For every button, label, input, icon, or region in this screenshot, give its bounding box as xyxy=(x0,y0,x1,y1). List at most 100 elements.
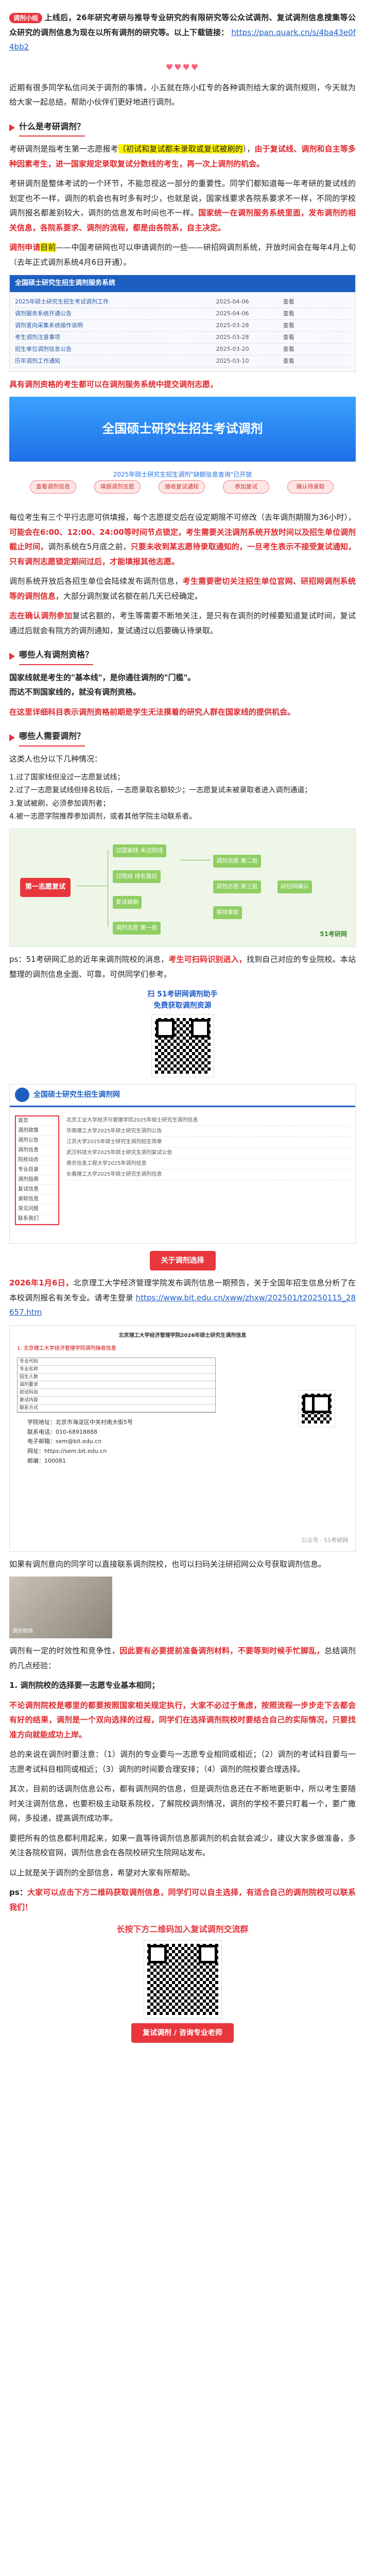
intro-paragraph: 调剂小组 上线后，26年研究考研与推导专业研究的有限研究等公众试调剂、复试调剂信息… xyxy=(9,10,356,55)
mindmap-node: 过国家线 未过院线 xyxy=(113,844,166,857)
about-adjustment-button[interactable]: 关于调剂选择 xyxy=(149,1250,216,1271)
adjustment-photo: 调剂现场 xyxy=(9,1577,112,1639)
section-title-who-needs: 哪些人需要调剂？ xyxy=(9,728,356,747)
triangle-bullet-icon xyxy=(9,734,15,741)
school-notice-screenshot: 北京理工大学经济管理学院2026年硕士研究生调剂信息 1. 北京理工大学经济管理… xyxy=(9,1325,356,1552)
list-item: 3.复试被刷，必须参加调剂者； xyxy=(9,799,110,808)
adjustment-mindmap: 第一志愿复试 过国家线 未过院线 过院线 排名靠后 复试被刷 调剂志愿 第一批 … xyxy=(9,828,356,947)
paragraph-19: 要把所有的信息都利用起来，如果一直等待调剂信息那调剂的机会就会减少，建议大家多做… xyxy=(9,1833,356,1858)
paragraph-15: 调剂有一定的时效性和竞争性，因此要有必要提前准备调剂材料，不要等到时候手忙脚乱，… xyxy=(9,1646,356,1670)
banner-title: 全国硕士研究生招生考试调剂 xyxy=(102,421,263,436)
article: 调剂小组 上线后，26年研究考研与推导专业研究的有限研究等公众试调剂、复试调剂信息… xyxy=(0,0,365,2076)
paragraph-14: 如果有调剂意向的同学可以直接联系调剂院校，也可以扫码关注研招网公众号获取调剂信息… xyxy=(9,1559,326,1569)
sidebar-item[interactable]: 录取信息 xyxy=(16,1195,58,1205)
flow-step: 接收复试通知 xyxy=(159,480,205,494)
paragraph-1: 近期有很多同学私信问关于调剂的事情，小五就在陈小红专的各种调剂给大家的调剂规则，… xyxy=(9,82,356,107)
intro-lead: 上线后， xyxy=(44,13,76,22)
site-news-list: 北京工业大学经济与管理学院2025年硕士研究生调剂信息 华南理工大学2025年硕… xyxy=(66,1115,350,1180)
sidebar-item[interactable]: 调剂指南 xyxy=(16,1175,58,1185)
doc-red-note: 1. 北京理工大学经济管理学院调剂接收信息 xyxy=(17,1345,116,1351)
flow-step: 查看调剂信息 xyxy=(30,480,76,494)
table-row: 招生人数 xyxy=(18,1374,215,1381)
adjustment-website-screenshot: 全国硕士研究生招生调剂网 首页 调剂政策 调剂公告 调剂信息 院校动态 专业目录… xyxy=(9,1083,356,1244)
mindmap-node: 调剂志愿 第一批 xyxy=(113,922,161,935)
paragraph-20: 以上就是关于调剂的全部信息，希望对大家有所帮助。 xyxy=(9,1868,195,1877)
mindmap-node: 等待录取 xyxy=(213,906,242,919)
news-item[interactable]: 华南理工大学2025年硕士研究生调剂公告 xyxy=(66,1126,350,1137)
tips-list-title: 1. 调剂院校的选择要一志愿专业基本相同； xyxy=(9,1681,160,1690)
news-item[interactable]: 武汉科技大学2025年硕士研究生调剂复试公告 xyxy=(66,1148,350,1159)
footer-spacer xyxy=(9,2050,356,2055)
paragraph-12: ps：51考研网汇总的近年来调剂院校的消息，考生可扫码识别进入，找到自己对应的专… xyxy=(9,955,356,979)
paragraph-7: 调剂系统开放后各招生单位会陆续发布调剂信息，考生需要密切关注招生单位官网、研招网… xyxy=(9,577,356,601)
paragraph-6: 每位考生有三个平行志愿可供填报，每个志愿提交后在设定期限不可修改（去年调剂期限为… xyxy=(9,513,356,566)
paragraph-18: 其次，目前的话调剂信息公布，都有调剂网的信息，但是调剂信息还在不断地更新中，所以… xyxy=(9,1784,356,1823)
mindmap-node: 调剂志愿 第三批 xyxy=(213,880,261,893)
paragraph-11: 这类人也分以下几种情况： xyxy=(9,754,102,764)
triangle-bullet-icon xyxy=(9,652,15,660)
news-item[interactable]: 江苏大学2025年硕士研究生调剂招生简章 xyxy=(66,1137,350,1148)
end-title: 长按下方二维码加入复试调剂交流群 xyxy=(116,1924,249,1935)
qr-code-icon[interactable] xyxy=(151,1014,214,1077)
sidebar-item[interactable]: 调剂政策 xyxy=(16,1126,58,1136)
qr-code-icon[interactable] xyxy=(143,1940,222,2019)
news-item[interactable]: 长春理工大学2025年硕士研究生调剂信息 xyxy=(66,1170,350,1180)
paragraph-3: 考研调剂是整体考试的一个环节，不能忽视这一部分的重要性。同学们都知道每一年考研的… xyxy=(9,179,356,232)
highlight-text: （初试和复试都未录取或复试被刷的 xyxy=(118,144,243,154)
paragraph-5: 具有调剂资格的考生都可以在调剂服务系统中提交调剂志愿， xyxy=(9,379,218,389)
doc-heading: 北京理工大学经济管理学院2026年硕士研究生调剂信息 xyxy=(118,1332,247,1338)
heart-divider: ♥♥♥♥ xyxy=(165,62,200,72)
section-title-who-qualifies: 哪些人有调剂资格？ xyxy=(9,647,356,665)
news-item[interactable]: 南京信息工程大学2025年调剂信息 xyxy=(66,1159,350,1170)
qr-caption: 免费获取调剂资源 xyxy=(153,1002,212,1010)
list-item: 1.过了国家线但没过一志愿复试线； xyxy=(9,773,125,782)
triangle-bullet-icon xyxy=(9,124,15,132)
sidebar-item[interactable]: 复试信息 xyxy=(16,1185,58,1195)
sidebar-item[interactable]: 调剂信息 xyxy=(16,1146,58,1156)
qr-code-icon[interactable] xyxy=(298,1389,335,1427)
qr-block-1: 扫 51考研网调剂助手 免费获取调剂资源 xyxy=(9,989,356,1077)
list-item: 2.过了一志愿复试线但排名较后，一志愿录取名额较少；一志愿复试未被录取者进入调剂… xyxy=(9,786,312,795)
adjustment-system-screenshot: 全国硕士研究生招生调剂服务系统 2025年硕士研究生招生考试调剂工作 2025-0… xyxy=(9,275,356,372)
site-sidebar: 首页 调剂政策 调剂公告 调剂信息 院校动态 专业目录 调剂指南 复试信息 录取… xyxy=(15,1115,59,1225)
mindmap-node: 过院线 排名靠后 xyxy=(113,870,161,883)
section-title-what-is-adjustment: 什么是考研调剂？ xyxy=(9,119,356,137)
consult-button[interactable]: 复试调剂 / 咨询专业老师 xyxy=(131,2023,234,2043)
paragraph-13: 2026年1月6日，北京理工大学经济管理学院发布调剂信息一期预告，关于全国年招生… xyxy=(9,1278,356,1317)
list-item[interactable]: 招生单位调剂信息公告 2025-03-20 查看 xyxy=(15,344,350,355)
table-row: 初试科目 xyxy=(18,1389,215,1397)
list-item[interactable]: 调剂服务系统开通公告 2025-04-06 查看 xyxy=(15,308,350,320)
list-item: 4.被一志愿学院推荐参加调剂，或者其他学院主动联系者。 xyxy=(9,812,197,821)
site-logo-icon xyxy=(15,1088,29,1103)
list-item[interactable]: 2025年硕士研究生招生考试调剂工作 2025-04-06 查看 xyxy=(15,296,350,308)
paragraph-16: 不论调剂院校是哪里的都要按照国家相关规定执行，大家不必过于焦虑，按照流程一步步走… xyxy=(9,1700,356,1739)
site-header: 全国硕士研究生招生调剂网 xyxy=(10,1084,355,1107)
sidebar-item[interactable]: 首页 xyxy=(16,1116,58,1126)
list-item[interactable]: 历年调剂工作通知 2025-03-10 查看 xyxy=(15,355,350,367)
sidebar-item[interactable]: 调剂公告 xyxy=(16,1136,58,1146)
list-item[interactable]: 考生调剂注意事项 2025-03-28 查看 xyxy=(15,332,350,344)
list-item[interactable]: 调剂意向采集系统操作说明 2025-03-28 查看 xyxy=(15,320,350,332)
mindmap-node: 复试被刷 xyxy=(113,896,142,909)
sidebar-item[interactable]: 专业目录 xyxy=(16,1165,58,1175)
table-row: 专业代码 xyxy=(18,1358,215,1366)
banner-subtitle: 2025年硕士研究生招生调剂"缺额信息查询"已开放 xyxy=(113,471,252,479)
paragraph-10: 在这里详细科目表示调剂资格前期是学生无法摸着的研究人群在国家线的提供机会。 xyxy=(9,707,296,717)
paragraph-21: ps：大家可以点击下方二维码获取调剂信息，同学们可以自主选择，有适合自己的调剂院… xyxy=(9,1888,356,1912)
adjustment-button-wrap: 关于调剂选择 xyxy=(9,1249,356,1271)
sidebar-item[interactable]: 院校动态 xyxy=(16,1156,58,1165)
doc-table: 专业代码 专业名称 招生人数 调剂要求 初试科目 复试内容 联系方式 xyxy=(17,1357,216,1413)
paragraph-4: 调剂申请目前——中国考研网也可以申请调剂的一些——研招网调剂系统，开放时间会在每… xyxy=(9,243,356,267)
table-row: 专业名称 xyxy=(18,1366,215,1374)
table-row: 复试内容 xyxy=(18,1397,215,1404)
mindmap-center-node: 第一志愿复试 xyxy=(20,878,71,897)
paragraph-8: 志在确认调剂参加复试名额的，考生等需要不断地关注，是只有在调剂的时候要知道复试时… xyxy=(9,611,356,635)
qr-caption: 扫 51考研网调剂助手 xyxy=(147,990,218,998)
screenshot-list: 2025年硕士研究生招生考试调剂工作 2025-04-06 查看 调剂服务系统开通公… xyxy=(10,292,355,371)
process-flow: 查看调剂信息 填报调剂志愿 接收复试通知 参加复试 确认待录取 xyxy=(30,480,334,496)
sidebar-item[interactable]: 联系我们 xyxy=(16,1214,58,1224)
screenshot-header: 全国硕士研究生招生调剂服务系统 xyxy=(10,275,355,292)
news-item[interactable]: 北京工业大学经济与管理学院2025年硕士研究生调剂信息 xyxy=(66,1115,350,1126)
paragraph-2: 考研调剂是指考生第一志愿报考（初试和复试都未录取或复试被刷的），由于复试线、调剂… xyxy=(9,144,356,168)
sidebar-item[interactable]: 常见问题 xyxy=(16,1205,58,1214)
